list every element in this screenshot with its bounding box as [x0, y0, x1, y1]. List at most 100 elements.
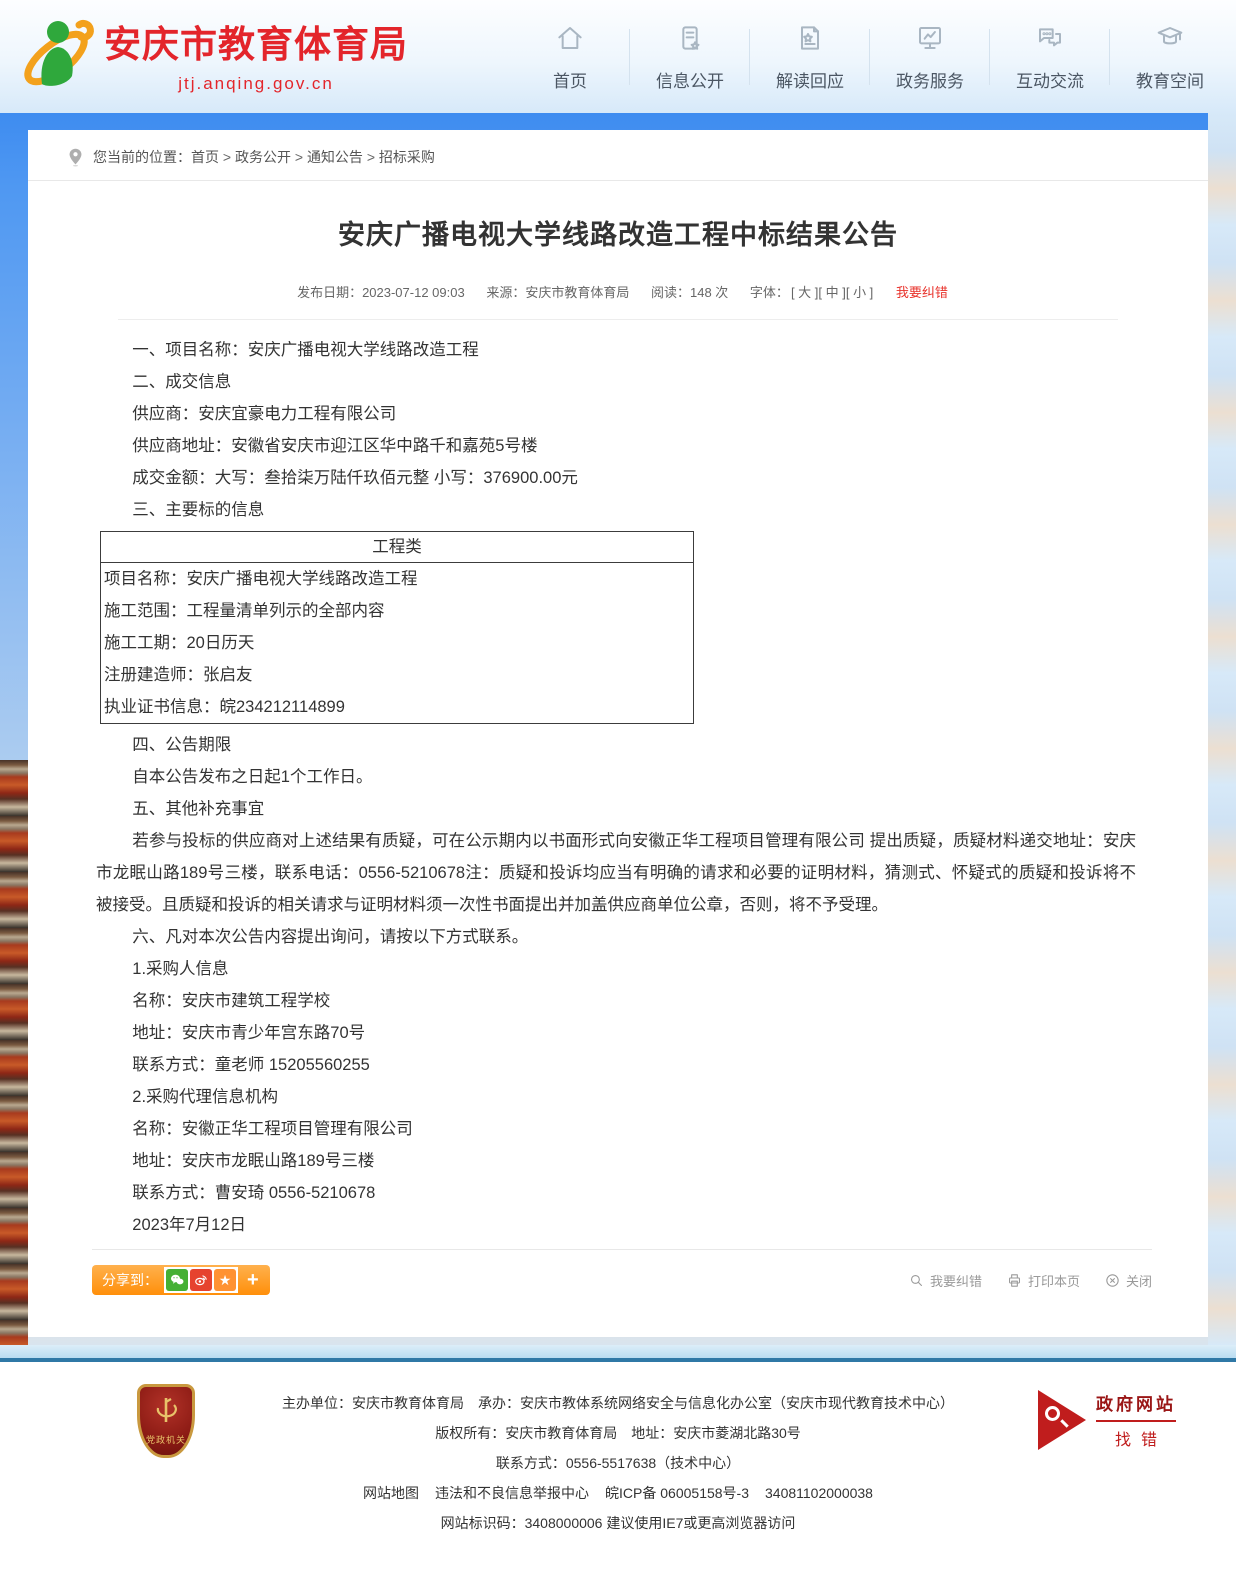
footer-links-line: 网站地图违法和不良信息举报中心皖ICP备 06005158号-3 34081102…	[0, 1478, 1236, 1508]
page: 安庆市教育体育局 jtj.anqing.gov.cn 首页 信息公开	[0, 0, 1236, 1578]
font-size-link[interactable]: [ 中 ]	[818, 285, 845, 300]
wechat-icon[interactable]	[166, 1269, 188, 1291]
project-info-table: 工程类 项目名称：安庆广播电视大学线路改造工程施工范围：工程量清单列示的全部内容…	[100, 531, 694, 724]
content-card: 您当前的位置： 首页政务公开通知公告招标采购 安庆广播电视大学线路改造工程中标结…	[28, 130, 1208, 1337]
site-logo[interactable]: 安庆市教育体育局 jtj.anqing.gov.cn	[16, 8, 408, 100]
background-sky-image	[1208, 113, 1236, 1345]
report-center-link[interactable]: 违法和不良信息举报中心	[435, 1485, 589, 1501]
breadcrumb-link[interactable]: 首页	[191, 149, 219, 165]
chat-bubbles-icon	[1034, 22, 1066, 59]
weibo-icon[interactable]	[190, 1269, 212, 1291]
police-number: 34081102000038	[765, 1485, 873, 1501]
paragraph: 供应商：安庆宜豪电力工程有限公司	[96, 398, 1136, 430]
paragraph: 名称：安徽正华工程项目管理有限公司	[96, 1113, 1136, 1145]
graduation-cap-icon	[1154, 22, 1186, 59]
print-page-action[interactable]: 打印本页	[1006, 1271, 1080, 1290]
breadcrumb-link[interactable]: 通知公告	[291, 149, 363, 165]
figure-with-orbit-icon	[16, 8, 100, 100]
breadcrumb-link[interactable]: 招标采购	[363, 149, 435, 165]
nav-label: 政务服务	[896, 67, 964, 92]
site-name: 安庆市教育体育局	[104, 14, 408, 68]
action-label: 关闭	[1126, 1271, 1152, 1290]
paragraph: 六、凡对本次公告内容提出询问，请按以下方式联系。	[96, 921, 1136, 953]
font-size-control: 字体：[ 大 ][ 中 ][ 小 ]	[750, 285, 873, 300]
paragraph: 成交金额：大写：叁拾柒万陆仟玖佰元整 小写：376900.00元	[96, 462, 1136, 494]
paragraph: 若参与投标的供应商对上述结果有质疑，可在公示期内以书面形式向安徽正华工程项目管理…	[96, 825, 1136, 921]
table-row: 项目名称：安庆广播电视大学线路改造工程	[101, 563, 693, 595]
paragraph: 四、公告期限	[96, 729, 1136, 761]
footer-top-band	[0, 1345, 1236, 1358]
breadcrumb: 您当前的位置： 首页政务公开通知公告招标采购	[28, 130, 1208, 181]
table-row: 施工工期：20日历天	[101, 627, 693, 659]
nav-label: 教育空间	[1136, 67, 1204, 92]
paragraph: 名称：安庆市建筑工程学校	[96, 985, 1136, 1017]
paragraph: 联系方式：童老师 15205560255	[96, 1049, 1136, 1081]
paragraph: 2.采购代理信息机构	[96, 1081, 1136, 1113]
paragraph: 1.采购人信息	[96, 953, 1136, 985]
close-circle-icon	[1104, 1272, 1121, 1289]
nav-label: 信息公开	[656, 67, 724, 92]
paragraph: 五、其他补充事宜	[96, 793, 1136, 825]
breadcrumb-prefix: 您当前的位置：	[93, 147, 191, 167]
font-size-link[interactable]: [ 小 ]	[846, 285, 873, 300]
paragraph: 2023年7月12日	[96, 1209, 1136, 1241]
share-widget: 分享到： ★ +	[92, 1265, 270, 1295]
breadcrumb-link[interactable]: 政务公开	[219, 149, 291, 165]
nav-item-home[interactable]: 首页	[510, 21, 630, 93]
find-error-line2: 找错	[1096, 1426, 1176, 1450]
font-size-link[interactable]: [ 大 ]	[791, 285, 818, 300]
article-source: 来源：安庆市教育体育局	[486, 285, 629, 300]
table-row: 执业证书信息：皖234212114899	[101, 691, 693, 723]
share-icons: ★	[164, 1267, 238, 1293]
main-nav: 首页 信息公开 解读回应 政务服务	[510, 0, 1230, 113]
paragraph: 三、主要标的信息	[96, 494, 1136, 526]
report-error-link[interactable]: 我要纠错	[896, 285, 948, 300]
nav-item-interaction[interactable]: 互动交流	[990, 21, 1110, 93]
magnifier-flag-icon	[1038, 1390, 1086, 1450]
site-header: 安庆市教育体育局 jtj.anqing.gov.cn 首页 信息公开	[0, 0, 1236, 113]
publish-date: 发布日期：2023-07-12 09:03	[297, 285, 465, 300]
icp-number: 皖ICP备 06005158号-3	[605, 1485, 749, 1501]
info-document-icon	[674, 22, 706, 59]
close-page-action[interactable]: 关闭	[1104, 1271, 1152, 1290]
nav-item-education-space[interactable]: 教育空间	[1110, 21, 1230, 93]
share-row: 分享到： ★ + 我要纠错	[92, 1249, 1152, 1295]
find-error-line1: 政府网站	[1096, 1390, 1176, 1422]
paragraph: 地址：安庆市青少年宫东路70号	[96, 1017, 1136, 1049]
party-gov-badge-label: 党政机关	[146, 1433, 186, 1446]
action-label: 打印本页	[1028, 1271, 1080, 1290]
article-body: 一、项目名称：安庆广播电视大学线路改造工程二、成交信息供应商：安庆宜豪电力工程有…	[28, 320, 1208, 1241]
gov-site-find-error-badge[interactable]: 政府网站 找错	[1038, 1390, 1176, 1450]
article-meta: 发布日期：2023-07-12 09:03 来源：安庆市教育体育局 阅读：148…	[118, 282, 1118, 320]
share-label: 分享到：	[102, 1270, 158, 1290]
nav-item-gov-services[interactable]: 政务服务	[870, 21, 990, 93]
paragraph: 二、成交信息	[96, 366, 1136, 398]
magnifier-icon	[908, 1272, 925, 1289]
site-url: jtj.anqing.gov.cn	[104, 74, 408, 94]
home-icon	[554, 22, 586, 59]
logo-text: 安庆市教育体育局 jtj.anqing.gov.cn	[104, 14, 408, 94]
table-row: 注册建造师：张启友	[101, 659, 693, 691]
emblem-icon	[153, 1396, 179, 1431]
footer-site-id-line: 网站标识码：3408000006 建议使用IE7或更高浏览器访问	[0, 1508, 1236, 1538]
view-count: 阅读：148 次	[651, 285, 728, 300]
paragraph: 自本公告发布之日起1个工作日。	[96, 761, 1136, 793]
nav-label: 解读回应	[776, 67, 844, 92]
nav-item-interpretation[interactable]: 解读回应	[750, 21, 870, 93]
printer-icon	[1006, 1272, 1023, 1289]
table-header: 工程类	[101, 532, 693, 563]
document-star-icon	[794, 22, 826, 59]
paragraph: 一、项目名称：安庆广播电视大学线路改造工程	[96, 334, 1136, 366]
sitemap-link[interactable]: 网站地图	[363, 1485, 419, 1501]
nav-item-info-disclosure[interactable]: 信息公开	[630, 21, 750, 93]
more-plus-icon[interactable]: +	[238, 1267, 268, 1293]
favorite-star-icon[interactable]: ★	[214, 1269, 236, 1291]
page-actions: 我要纠错 打印本页 关闭	[908, 1271, 1152, 1290]
paragraph: 地址：安庆市龙眠山路189号三楼	[96, 1145, 1136, 1177]
font-size-label: 字体：	[750, 285, 789, 300]
monitor-icon	[914, 22, 946, 59]
table-row: 施工范围：工程量清单列示的全部内容	[101, 595, 693, 627]
location-pin-icon	[68, 148, 83, 167]
report-error-action[interactable]: 我要纠错	[908, 1271, 982, 1290]
nav-label: 互动交流	[1016, 67, 1084, 92]
